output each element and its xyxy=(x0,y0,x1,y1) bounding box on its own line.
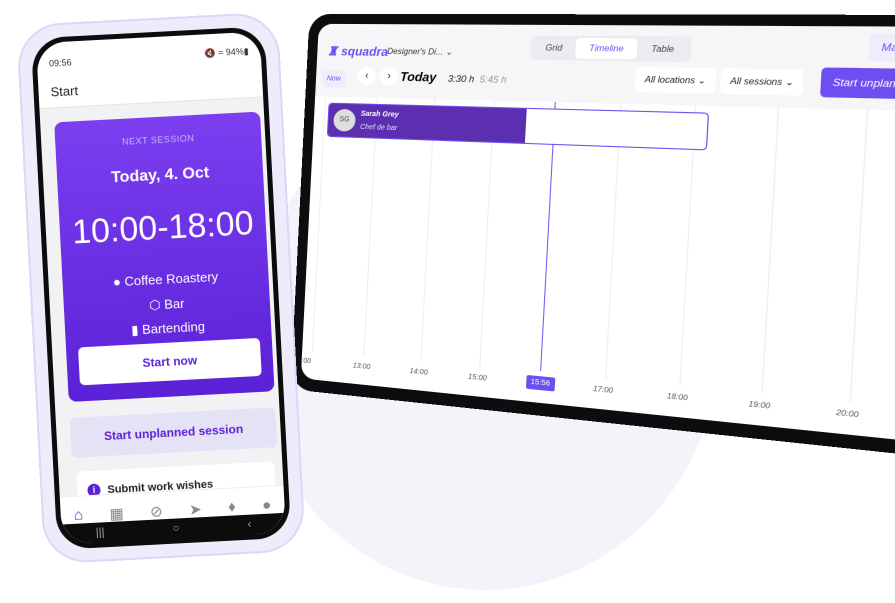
battery-level: 94% xyxy=(226,46,245,57)
status-time: 09:56 xyxy=(49,57,72,68)
now-button[interactable]: Now xyxy=(321,70,346,88)
grid-line xyxy=(312,96,326,351)
location-filter-label: All locations xyxy=(644,75,695,86)
time-label: 17:00 xyxy=(593,386,613,396)
chevron-down-icon: ⌄ xyxy=(445,47,453,56)
next-session-card: NEXT SESSION Today, 4. Oct 10:00-18:00 ●… xyxy=(54,112,274,402)
recents-icon[interactable]: ||| xyxy=(96,526,105,538)
brand-name: squadra xyxy=(341,44,389,59)
shift-block[interactable]: SG Sarah Grey Chef de bar xyxy=(327,103,709,151)
location-label: Coffee Roastery xyxy=(124,269,218,289)
time-label: 15:00 xyxy=(468,374,487,383)
timeline-grid: 12:00 13:00 14:00 15:00 17:00 18:00 19:0… xyxy=(301,96,895,446)
org-selector-label: Designer's Di... xyxy=(387,47,443,57)
task-label: Bartending xyxy=(142,319,206,337)
time-label: 13:00 xyxy=(353,362,371,371)
location-filter[interactable]: All locations ⌄ xyxy=(635,67,716,94)
status-icons: 🔇 ≈ 94%▮ xyxy=(204,46,249,59)
bell-icon[interactable]: ♦ xyxy=(228,498,237,515)
phone-screen: 09:56 🔇 ≈ 94%▮ Start NEXT SESSION Today,… xyxy=(36,31,286,544)
hours-worked: 3:30 h xyxy=(448,73,475,84)
availability-icon[interactable]: ⊘ xyxy=(150,502,164,521)
home-button-icon[interactable]: ○ xyxy=(172,522,179,534)
view-switcher: Grid Timeline Table xyxy=(529,35,691,62)
org-selector[interactable]: Designer's Di... ⌄ xyxy=(387,47,453,57)
manager-mode-button[interactable]: Manager Mode xyxy=(869,33,895,62)
current-time-badge: 15:56 xyxy=(526,375,555,392)
shift-progress xyxy=(328,104,527,143)
time-label: 12:00 xyxy=(301,357,311,366)
profile-icon[interactable]: ● xyxy=(262,497,272,514)
phone: 09:56 🔇 ≈ 94%▮ Start NEXT SESSION Today,… xyxy=(31,26,291,550)
back-icon[interactable]: ‹ xyxy=(247,519,251,531)
session-location: ● Coffee Roastery xyxy=(62,266,269,292)
area-icon: ⬡ xyxy=(149,297,161,313)
hours-planned: 5:45 h xyxy=(479,74,506,85)
home-icon[interactable]: ⌂ xyxy=(74,506,84,523)
next-session-label: NEXT SESSION xyxy=(55,130,261,151)
start-now-button[interactable]: Start now xyxy=(78,338,262,385)
area-label: Bar xyxy=(164,296,185,312)
time-label: 20:00 xyxy=(836,409,859,419)
brand-logo: ♜ squadra xyxy=(327,44,389,59)
start-unplanned-session-button[interactable]: Start unplanned session xyxy=(821,67,895,100)
session-date: Today, 4. Oct xyxy=(57,162,264,191)
tag-icon: ▮ xyxy=(131,322,139,337)
tablet-screen: ♜ squadra Designer's Di... ⌄ Grid Timeli… xyxy=(301,24,895,447)
page-title: Start xyxy=(50,83,78,99)
session-time: 10:00-18:00 xyxy=(59,203,267,253)
phone-header: 09:56 🔇 ≈ 94%▮ Start xyxy=(36,31,263,109)
tab-grid[interactable]: Grid xyxy=(532,38,577,59)
session-filter-label: All sessions xyxy=(730,76,783,87)
chevron-left-icon[interactable]: ‹ xyxy=(357,67,376,86)
day-label: Today xyxy=(400,70,437,85)
start-unplanned-session-button[interactable]: Start unplanned session xyxy=(70,407,278,458)
location-pin-icon: ● xyxy=(113,274,122,289)
time-label: 19:00 xyxy=(748,401,770,411)
grid-line xyxy=(761,108,779,395)
tab-table[interactable]: Table xyxy=(637,38,689,59)
chevron-right-icon[interactable]: › xyxy=(379,67,398,86)
session-area: ⬡ Bar xyxy=(64,291,271,318)
megaphone-icon[interactable]: ➤ xyxy=(189,500,203,519)
employee-role: Chef de bar xyxy=(360,124,397,132)
phone-frame: 09:56 🔇 ≈ 94%▮ Start NEXT SESSION Today,… xyxy=(16,12,306,565)
time-label: 18:00 xyxy=(667,393,688,403)
employee-name: Sarah Grey xyxy=(361,111,399,119)
time-label: 14:00 xyxy=(409,368,428,377)
grid-line xyxy=(850,110,868,403)
tablet: ♜ squadra Designer's Di... ⌄ Grid Timeli… xyxy=(290,14,895,462)
session-filter[interactable]: All sessions ⌄ xyxy=(720,68,804,95)
tab-timeline[interactable]: Timeline xyxy=(575,38,638,59)
calendar-icon[interactable]: ▦ xyxy=(109,504,124,523)
